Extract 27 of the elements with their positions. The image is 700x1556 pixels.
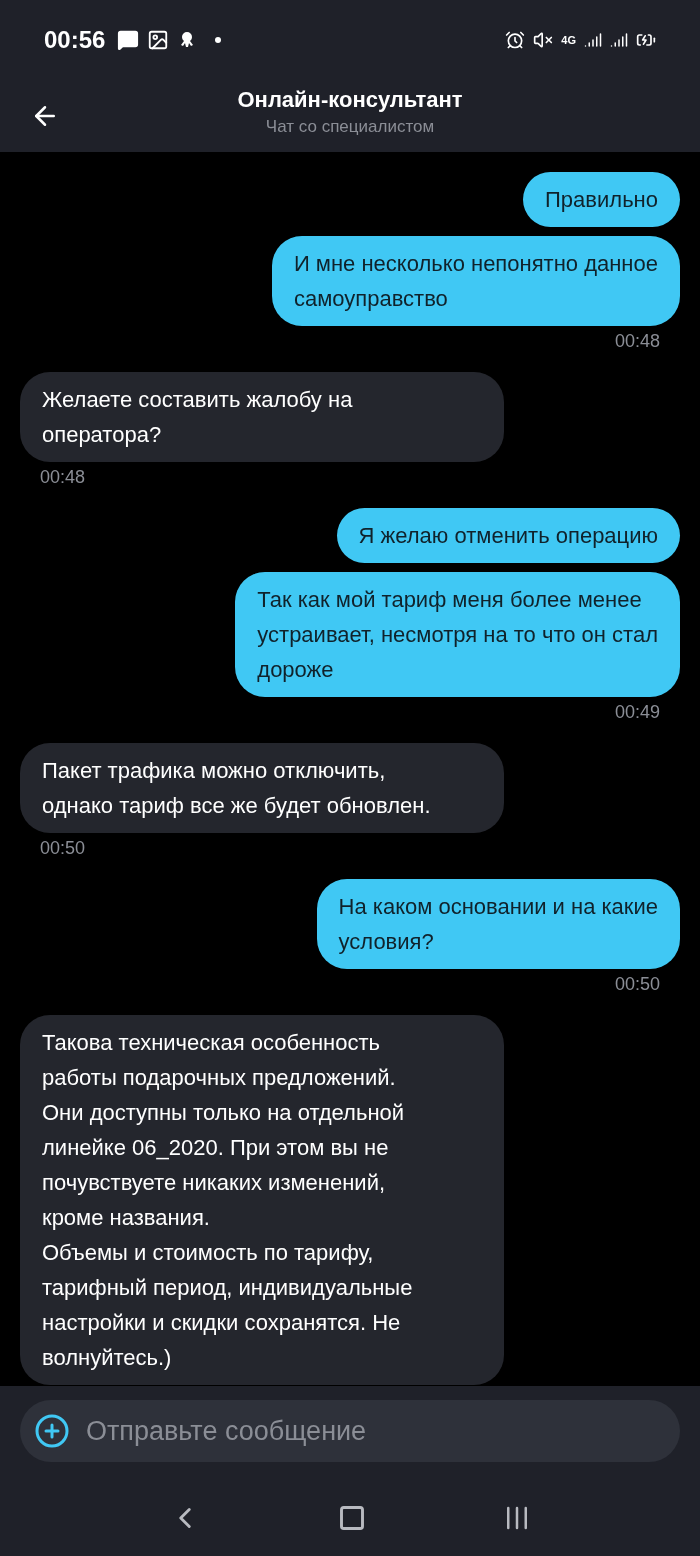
home-nav-icon[interactable] [338,1504,366,1532]
message-time: 00:48 [40,467,86,488]
received-message: Такова техническая особенность работы подарочных предложений. Они доступны только на отдельной линейке 06_2020. При этом вы не почувствуете никаких изменений, кроме названия. Объемы и стоимость по тарифу, тарифный период, индивидуальные настройки и скидки сохранятся. Не волнуйтесь.) [20,1015,504,1385]
signal-icon [610,31,628,49]
received-message: Пакет трафика можно отключить, однако тариф все же будет обновлен. [20,743,504,833]
mute-icon [533,30,554,50]
sent-message: Я желаю отменить операцию [336,508,680,563]
chat-title: Онлайн-консультант [237,87,463,113]
network-type: 4G [561,34,576,46]
message-time: 00:49 [614,702,660,723]
sent-message: Так как мой тариф меня более менее устраивает, несмотря на то что он стал дороже [235,572,680,697]
message-field[interactable]: Отправьте сообщение [20,1400,680,1462]
status-time: 00:56 [44,26,106,54]
add-icon[interactable] [34,1413,70,1449]
message-icon [117,29,140,51]
sent-message: На каком основании и на какие условия? [316,879,680,969]
image-icon [147,29,170,51]
signal-icon [584,31,602,49]
sent-message: И мне несколько непонятно данное самоуправство [271,236,680,326]
message-time: 00:50 [614,974,660,995]
message-time: 00:48 [614,331,660,352]
received-message: Желаете составить жалобу на оператора? [20,372,504,462]
alarm-icon [505,30,526,50]
chat-subtitle: Чат со специалистом [265,117,435,137]
notification-dot [215,37,222,43]
message-time: 00:50 [40,838,86,859]
sent-message: Правильно [523,172,680,227]
